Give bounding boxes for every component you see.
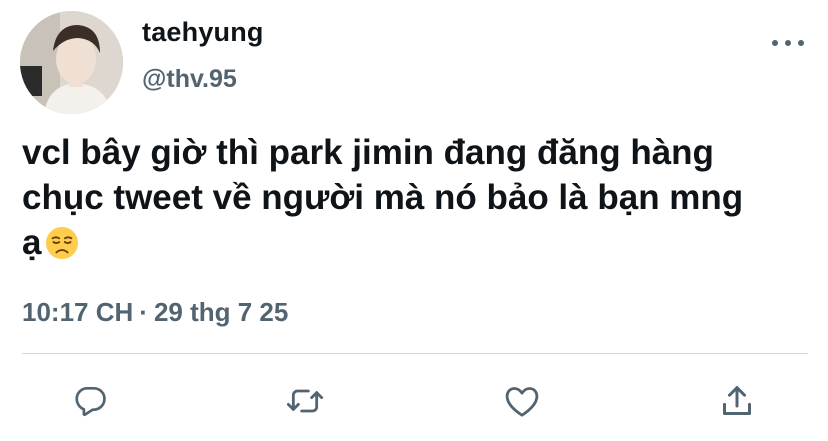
tweet-line: chục tweet về người mà nó bảo là bạn mng (22, 178, 744, 217)
tweet-line-last: ạ (22, 220, 822, 265)
heart-icon (505, 387, 539, 417)
tweet-date: 29 thg 7 25 (153, 297, 289, 327)
tweet-text: vcl bây giờ thì park jimin đang đăng hàn… (22, 130, 822, 265)
avatar-photo (20, 11, 123, 114)
tweet-line-text: ạ (22, 223, 42, 262)
avatar[interactable] (20, 11, 123, 114)
retweet-button[interactable] (285, 381, 325, 421)
reply-button[interactable] (71, 381, 111, 421)
user-handle[interactable]: @thv.95 (142, 65, 237, 94)
tweet-line: vcl bây giờ thì park jimin đang đăng hàn… (22, 133, 714, 172)
retweet-icon (286, 389, 324, 413)
reply-icon (75, 386, 106, 417)
more-horizontal-icon (772, 40, 778, 46)
more-dot (785, 40, 791, 46)
like-button[interactable] (502, 381, 542, 421)
more-dot (798, 40, 804, 46)
meta-separator: · (139, 297, 148, 327)
divider (22, 353, 808, 354)
disappointed-face-emoji (46, 226, 79, 260)
share-button[interactable] (717, 381, 757, 421)
tweet-timestamp[interactable]: 10:17 CH · 29 thg 7 25 (22, 297, 288, 328)
share-icon (723, 386, 751, 415)
display-name[interactable]: taehyung (142, 17, 264, 48)
more-options-button[interactable] (768, 32, 808, 54)
tweet-time: 10:17 CH (22, 297, 134, 327)
